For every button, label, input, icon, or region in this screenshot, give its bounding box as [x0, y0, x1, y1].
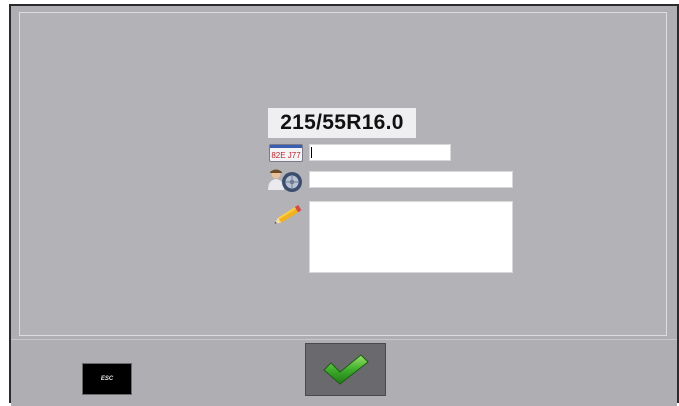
- customer-input[interactable]: [309, 171, 513, 188]
- plate-text: 82E J77: [271, 151, 301, 160]
- license-plate-icon: 82E J77: [269, 144, 303, 162]
- tire-size-label: 215/55R16.0: [268, 108, 416, 138]
- app-window: 215/55R16.0 82E J77 ESC: [9, 4, 679, 406]
- confirm-button[interactable]: [305, 343, 386, 396]
- esc-button[interactable]: ESC: [82, 363, 132, 395]
- bottom-toolbar: ESC: [11, 339, 677, 406]
- customer-tire-icon: [268, 168, 304, 192]
- notes-textarea[interactable]: [309, 201, 513, 273]
- checkmark-icon: [322, 353, 369, 385]
- pencil-icon: [272, 202, 304, 228]
- text-cursor: [311, 147, 312, 158]
- license-plate-input[interactable]: [309, 144, 451, 161]
